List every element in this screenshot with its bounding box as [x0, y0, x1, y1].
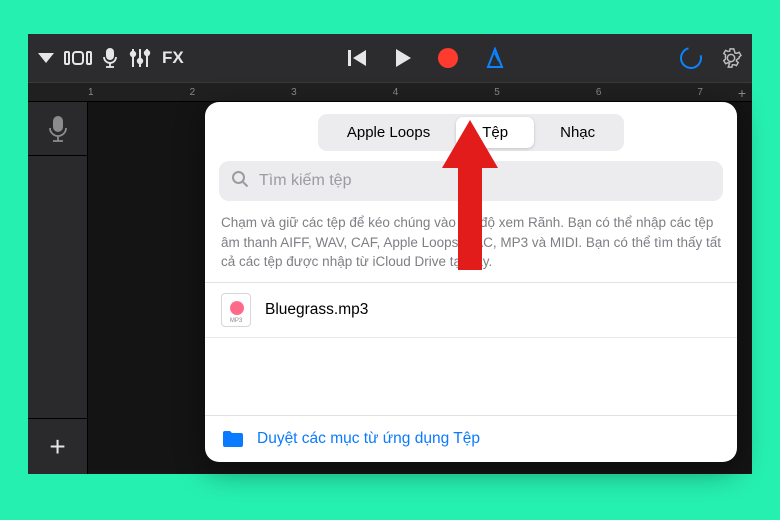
record-button[interactable] — [438, 48, 458, 68]
audio-file-icon: MP3 — [221, 293, 251, 327]
add-track-button[interactable]: + — [28, 418, 87, 474]
add-section-button[interactable]: + — [738, 85, 746, 101]
transport-controls — [348, 47, 506, 69]
file-item[interactable]: MP3 Bluegrass.mp3 — [205, 283, 737, 338]
main-toolbar: FX — [28, 34, 752, 82]
ruler-mark: 3 — [291, 87, 297, 98]
go-to-start-button[interactable] — [348, 49, 368, 67]
search-icon — [231, 170, 249, 193]
play-button[interactable] — [394, 48, 412, 68]
track-header-column: + — [28, 102, 88, 474]
tab-files[interactable]: Tệp — [456, 117, 534, 148]
file-list: MP3 Bluegrass.mp3 — [205, 282, 737, 338]
metronome-icon[interactable] — [484, 47, 506, 69]
ruler-mark: 2 — [190, 87, 196, 98]
settings-button[interactable] — [720, 47, 742, 69]
timeline-ruler[interactable]: 1 2 3 4 5 6 7 + — [28, 82, 752, 102]
file-name-label: Bluegrass.mp3 — [265, 301, 368, 319]
view-menu-button[interactable] — [38, 53, 54, 63]
fx-button[interactable]: FX — [162, 48, 184, 68]
track-mic-icon — [47, 114, 69, 144]
search-input[interactable] — [259, 172, 711, 190]
ruler-mark: 4 — [393, 87, 399, 98]
ruler-mark: 5 — [494, 87, 500, 98]
help-text: Chạm và giữ các tệp để kéo chúng vào Bộ … — [205, 201, 737, 282]
loop-browser-button[interactable] — [680, 47, 702, 69]
browser-tabs: Apple Loops Tệp Nhạc — [318, 114, 624, 151]
file-browser-panel: Apple Loops Tệp Nhạc Chạm và giữ các tệp… — [205, 102, 737, 462]
audio-track-header[interactable] — [28, 102, 87, 156]
mixer-icon[interactable] — [128, 47, 152, 69]
browse-files-row[interactable]: Duyệt các mục từ ứng dụng Tệp — [205, 415, 737, 462]
tab-music[interactable]: Nhạc — [534, 117, 621, 148]
browse-files-link[interactable]: Duyệt các mục từ ứng dụng Tệp — [257, 430, 480, 448]
folder-icon — [221, 429, 245, 449]
ruler-mark: 7 — [697, 87, 703, 98]
microphone-icon[interactable] — [102, 47, 118, 69]
tab-apple-loops[interactable]: Apple Loops — [321, 117, 456, 148]
ruler-mark: 6 — [596, 87, 602, 98]
search-field[interactable] — [219, 161, 723, 201]
track-view-button[interactable] — [64, 51, 92, 65]
ruler-mark: 1 — [88, 87, 94, 98]
